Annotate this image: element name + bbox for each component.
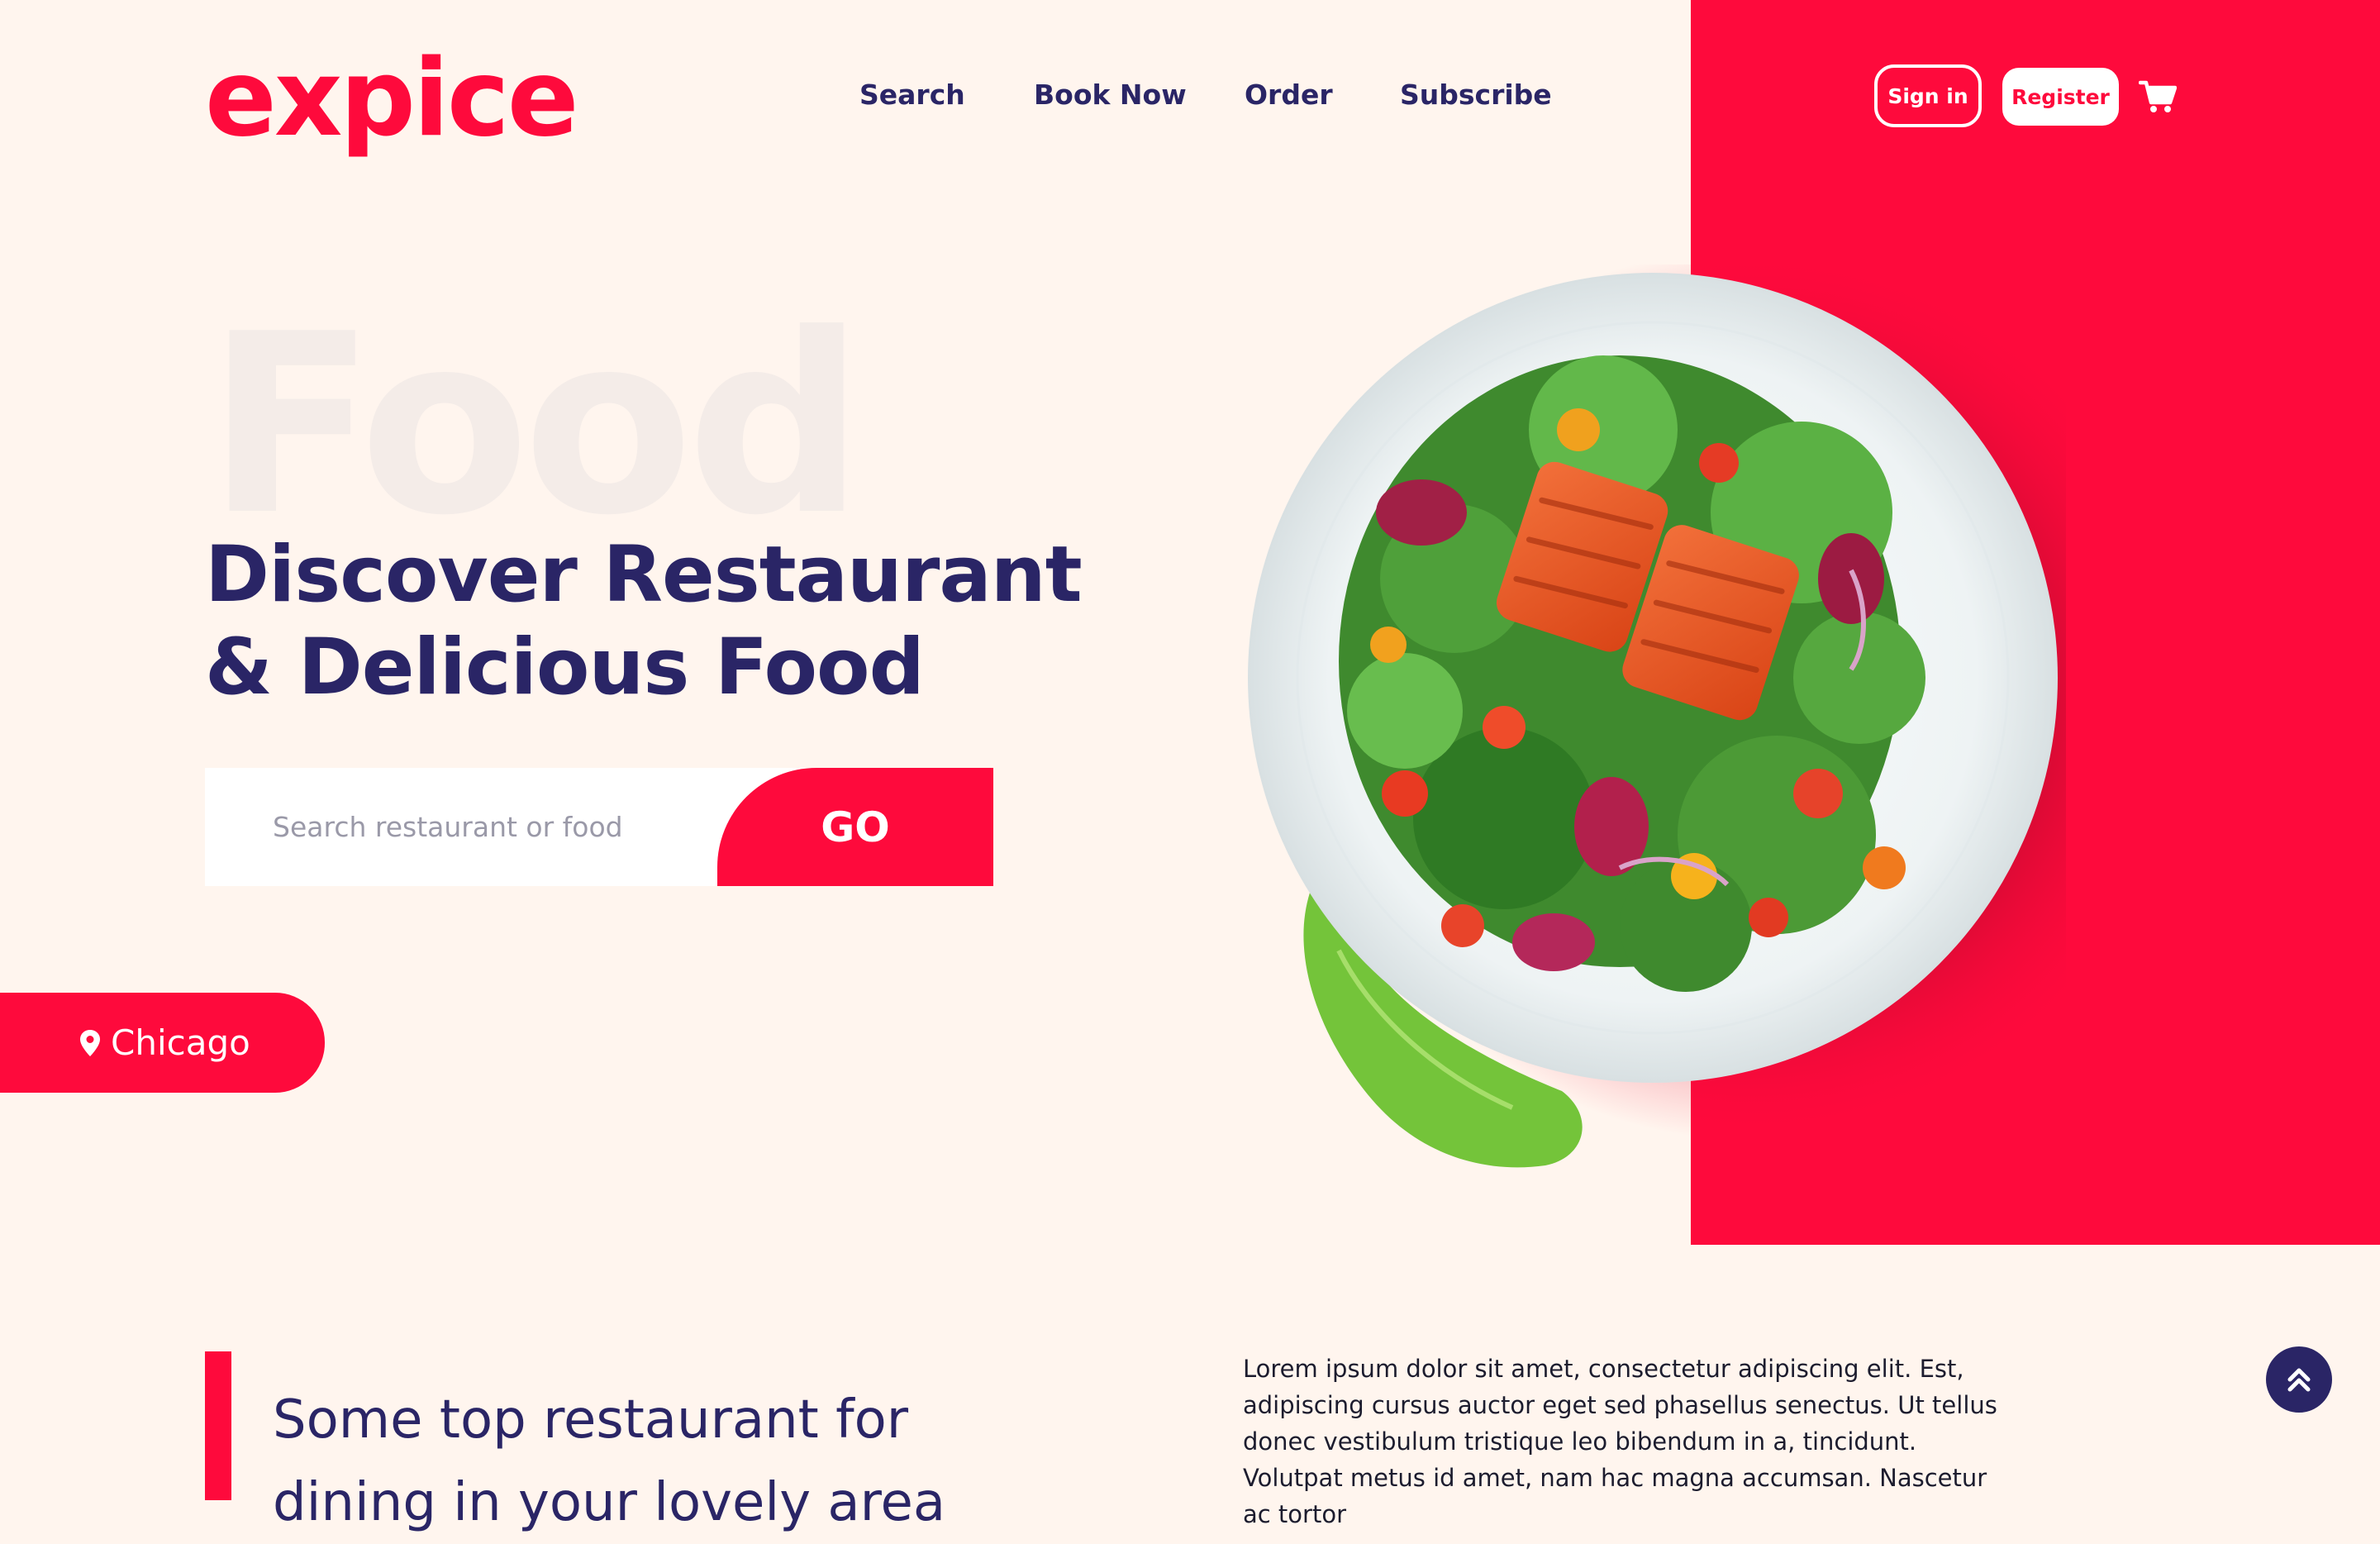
section-accent-bar: [205, 1351, 231, 1500]
hero-search-bar: GO: [205, 768, 993, 886]
map-pin-icon: [80, 1029, 100, 1056]
nav-link-subscribe[interactable]: Subscribe: [1400, 74, 1552, 116]
section-description: Lorem ipsum dolor sit amet, consectetur …: [1243, 1355, 1997, 1528]
location-label: Chicago: [111, 1022, 250, 1063]
hero-title-line-1: Discover Restaurant: [205, 530, 1083, 620]
section-title: Some top restaurant for dining in your l…: [273, 1389, 946, 1533]
nav-link-book-now[interactable]: Book Now: [1034, 74, 1187, 116]
nav-link-order[interactable]: Order: [1245, 74, 1333, 116]
nav-link-search[interactable]: Search: [859, 74, 965, 116]
location-selector[interactable]: Chicago: [0, 993, 325, 1093]
go-button[interactable]: GO: [717, 768, 993, 886]
hero-title-line-2: & Delicious Food: [205, 622, 925, 712]
hero-background-word: Food: [207, 281, 864, 569]
brand-logo[interactable]: expice: [205, 33, 579, 165]
hero-title: Discover Restaurant & Delicious Food: [205, 529, 1083, 714]
search-input[interactable]: [205, 768, 717, 886]
food-plate-image: [1248, 264, 2066, 1168]
sign-in-button[interactable]: Sign in: [1874, 64, 1982, 127]
cart-icon[interactable]: [2139, 79, 2177, 114]
scroll-to-top-button[interactable]: [2266, 1346, 2332, 1413]
double-chevron-up-icon: [2287, 1368, 2311, 1392]
register-button[interactable]: Register: [2002, 68, 2119, 126]
